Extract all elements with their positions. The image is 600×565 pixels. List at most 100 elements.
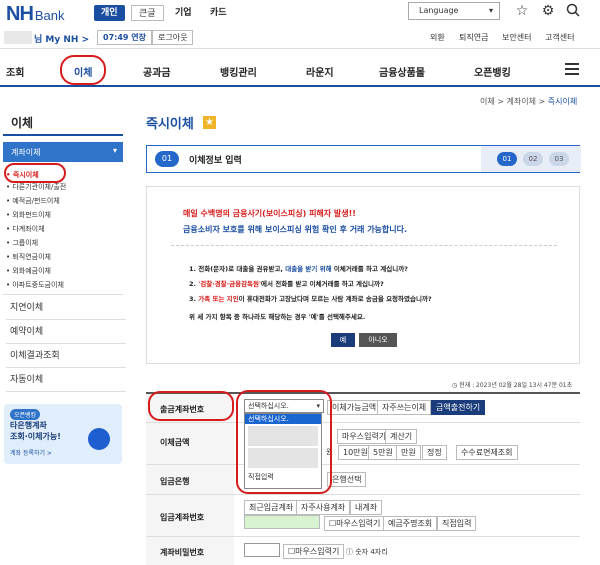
sidebar-group-account-transfer[interactable]: 계좌이체 ▾ [3, 142, 123, 162]
favorite-star-icon[interactable]: ★ [203, 116, 216, 129]
sidebar-item[interactable]: • 다계좌이체 [6, 224, 45, 234]
breadcrumb: 이체 > 계좌이체 > 즉시이체 [480, 97, 578, 106]
nav-lounge[interactable]: 라운지 [306, 64, 334, 79]
password-mouse-input-button[interactable]: ☐마우스입력기 [283, 544, 345, 559]
logout-button[interactable]: 로그아웃 [152, 30, 194, 45]
util-link-support[interactable]: 고객센터 [545, 32, 574, 43]
my-nh-link[interactable]: 님 My NH > [34, 32, 89, 45]
q2-text-end: 에서 전화를 받고 이체거래를 하고 계십니까? [261, 280, 384, 288]
sidebar-group-results[interactable]: 이체결과조회 [6, 344, 126, 368]
bank-select-button[interactable]: 은행선택 [327, 472, 367, 487]
sidebar-item[interactable]: • 그룹이체 [6, 238, 38, 248]
sidebar-item[interactable]: • 다른기관이체/출전 [6, 182, 66, 192]
warning-subtitle: 금융소비자 보호를 위해 보이스피싱 위험 확인 후 거래 가능합니다. [183, 225, 408, 234]
sidebar-item-label: 그룹이체 [12, 239, 39, 247]
sidebar-group-delayed[interactable]: 지연이체 [6, 296, 126, 320]
sidebar-title-box: 이체 [3, 104, 123, 136]
sidebar-item[interactable]: • 아파트중도금이체 [6, 280, 64, 290]
account-mouse-input-button[interactable]: ☐마우스입력기 [324, 516, 386, 531]
sidebar-item-label: 다른기관이체/출전 [12, 183, 67, 191]
current-time-text: 현재 : 2023년 02월 28일 13시 47분 01초 [459, 382, 573, 389]
tab-large-font[interactable]: 큰글 [131, 5, 164, 21]
nav-banking-management[interactable]: 뱅킹관리 [220, 64, 257, 79]
quick-50k-button[interactable]: 5만원 [368, 445, 398, 460]
star-icon[interactable]: ☆ [514, 3, 530, 19]
current-time: ◷ 현재 : 2023년 02월 28일 13시 47분 01초 [452, 380, 572, 389]
nav-inquiry[interactable]: 조회 [6, 64, 24, 79]
hamburger-menu-icon[interactable] [565, 63, 579, 75]
q2-highlight: '검찰·경찰·금융감독원' [198, 280, 262, 288]
chevron-down-icon: ▾ [112, 146, 117, 155]
breadcrumb-current: 즉시이체 [547, 97, 578, 106]
no-button[interactable]: 아니오 [359, 333, 397, 347]
nav-open-banking[interactable]: 오픈뱅킹 [474, 64, 511, 79]
sidebar-item[interactable]: • 예적금/펀드이체 [6, 196, 60, 206]
sidebar-item-label: 외화펀드이체 [12, 211, 51, 219]
tab-corporate[interactable]: 기업 [168, 5, 199, 21]
search-icon[interactable] [565, 3, 581, 19]
util-link-pension[interactable]: 퇴직연금 [459, 32, 488, 43]
highlight-withdraw-dropdown [236, 390, 332, 494]
step-current-number: 01 [155, 151, 179, 167]
sidebar-group-auto[interactable]: 자동이체 [6, 368, 126, 392]
tab-card[interactable]: 카드 [203, 5, 234, 21]
yes-button[interactable]: 예 [331, 333, 355, 347]
sidebar-item-label: 다계좌이체 [12, 225, 45, 233]
my-account-button[interactable]: 내계좌 [350, 500, 383, 515]
nav-utility-bills[interactable]: 공과금 [143, 64, 171, 79]
password-hint-text: 숫자 4자리 [355, 548, 388, 556]
warning-question-1: 1. 전화(문자)로 대출을 권유받고, 대출을 받기 위해 이체거래를 하고 … [189, 263, 408, 273]
step-2: 02 [523, 152, 543, 166]
frequent-account-button[interactable]: 자주사용계좌 [296, 500, 351, 515]
sidebar-group-scheduled[interactable]: 예약이체 [6, 320, 126, 344]
account-password-label: 계좌비밀번호 [160, 548, 205, 557]
fee-exemption-button[interactable]: 수수료면제조회 [456, 445, 518, 460]
step-current-label: 이체정보 입력 [189, 156, 242, 166]
highlight-instant-transfer [4, 163, 66, 183]
open-banking-banner[interactable]: 오픈뱅킹 타은행계좌 조회·이체가능! 계좌 등록하기 > [4, 404, 122, 464]
recent-account-button[interactable]: 최근입금계좌 [244, 500, 299, 515]
calculator-button[interactable]: 계산기 [385, 429, 418, 444]
deposit-bank-label: 입금은행 [160, 477, 190, 486]
tab-personal[interactable]: 개인 [94, 5, 125, 21]
password-input[interactable] [244, 543, 280, 557]
q3-highlight: 가족 또는 지인 [198, 295, 239, 303]
util-link-fx[interactable]: 외환 [430, 32, 445, 43]
q2-text: 2. [189, 280, 199, 288]
banner-line2: 조회·이체가능! [10, 432, 61, 441]
nav-product-mall[interactable]: 금융상품몰 [379, 64, 425, 79]
language-select[interactable]: Language ▾ [408, 2, 500, 20]
breadcrumb-item[interactable]: 이체 [480, 97, 495, 106]
warning-title: 매일 수백명의 금융사기(보이스피싱) 피해자 발생!! [183, 209, 356, 218]
frequent-transfer-button[interactable]: 자주쓰는이체 [377, 400, 432, 415]
sidebar-divider [3, 294, 123, 295]
row-divider [146, 536, 580, 537]
sidebar-item[interactable]: • 외화펀드이체 [6, 210, 51, 220]
gear-icon[interactable]: ⚙ [540, 3, 556, 19]
available-amount-button[interactable]: 이체가능금액 [327, 400, 382, 415]
direct-input-button[interactable]: 직접입력 [437, 516, 477, 531]
holder-name-check-button[interactable]: 예금주명조회 [383, 516, 438, 531]
row-divider [146, 422, 580, 423]
mouse-input-button[interactable]: 마우스입력기 [337, 429, 392, 444]
correct-button[interactable]: 정정 [422, 445, 447, 460]
step-3: 03 [549, 152, 569, 166]
sidebar-item-label: 외화예금이체 [12, 267, 51, 275]
logo-nh: NH [6, 3, 34, 25]
session-extend-button[interactable]: 07:49 연장 [97, 30, 152, 45]
language-label: Language [419, 6, 459, 15]
sidebar-item[interactable]: • 퇴직연금이체 [6, 252, 51, 262]
banner-line1: 타은행계좌 [10, 421, 47, 430]
page-title: 즉시이체 [146, 117, 194, 132]
amount-label: 이체금액 [160, 438, 190, 447]
sidebar-item[interactable]: • 외화예금이체 [6, 266, 51, 276]
breadcrumb-item[interactable]: 계좌이체 [507, 97, 536, 106]
deposit-account-input[interactable] [244, 515, 320, 529]
account-mouse-input-label: 마우스입력기 [336, 519, 381, 528]
amount-withdraw-button[interactable]: 금액출전하기 [431, 400, 486, 415]
banner-tag: 오픈뱅킹 [10, 409, 41, 420]
quick-10k-button[interactable]: 만원 [396, 445, 421, 460]
util-link-security[interactable]: 보안센터 [502, 32, 531, 43]
warning-question-2: 2. '검찰·경찰·금융감독원'에서 전화를 받고 이체거래를 하고 계십니까? [189, 278, 384, 288]
nh-bank-logo[interactable]: NH Bank [6, 3, 65, 26]
